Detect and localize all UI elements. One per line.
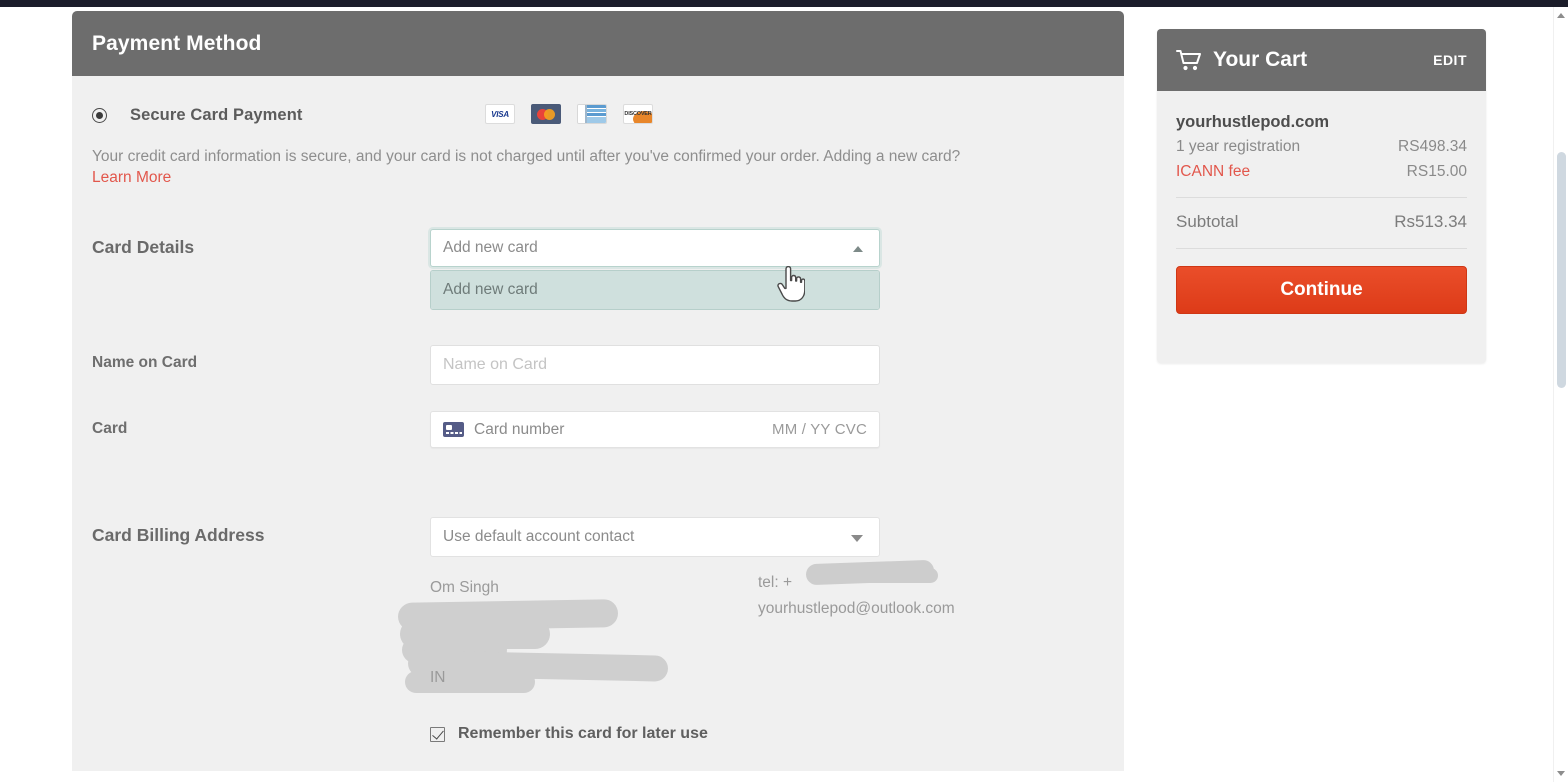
cart-body: yourhustlepod.com 1 year registration RS… [1157,91,1486,314]
chevron-down-icon[interactable] [851,535,863,542]
redacted-phone-number-2 [858,568,938,583]
discover-card-text: DISCOVER [624,111,652,117]
name-on-card-input[interactable]: Name on Card [430,345,880,385]
card-billing-address-row: Card Billing Address Use default account… [92,517,1104,737]
card-details-label: Card Details [92,237,195,257]
chevron-up-icon[interactable] [853,246,863,252]
billing-country: IN [430,669,446,686]
card-number-placeholder: Card number [474,420,565,438]
remember-card-row: Remember this card for later use [92,725,1104,765]
billing-address-right-column: tel: + yourhustlepod@outlook.com [758,559,1058,622]
card-expiry-cvc-placeholder: MM / YY CVC [772,421,867,438]
cart-icann-fee-label[interactable]: ICANN fee [1176,163,1250,181]
radio-selected-icon[interactable] [92,107,107,123]
name-on-card-row: Name on Card Name on Card [92,317,1104,391]
card-details-select[interactable]: Add new card [430,229,880,267]
dropdown-option-add-new-card[interactable]: Add new card [431,271,879,309]
shopping-cart-icon [1176,50,1201,71]
scrollbar-thumb[interactable] [1557,152,1566,388]
page-root: Payment Method Secure Card Payment VISA … [0,0,1568,782]
billing-contact-select-value: Use default account contact [443,528,635,545]
mouse-cursor-pointer [777,266,805,302]
cart-divider-bottom [1176,248,1467,249]
cart-divider-top [1176,197,1467,198]
visa-card-icon: VISA [485,104,515,124]
cart-subtotal-row: Subtotal Rs513.34 [1176,212,1467,232]
learn-more-link[interactable]: Learn More [92,169,1104,187]
page-scrollbar[interactable] [1553,7,1568,782]
billing-contact-select-wrapper: Use default account contact [430,517,880,557]
visa-card-text: VISA [491,109,509,119]
continue-button[interactable]: Continue [1176,266,1467,314]
cart-item-domain: yourhustlepod.com [1176,113,1330,131]
card-number-input[interactable]: Card number MM / YY CVC [430,411,880,448]
billing-address-left-column: Om Singh IN [397,575,760,693]
cart-subtotal-value: Rs513.34 [1394,212,1467,231]
cart-panel: Your Cart EDIT yourhustlepod.com 1 year … [1157,29,1486,363]
billing-contact-select[interactable]: Use default account contact [430,517,880,557]
payment-method-panel: Payment Method Secure Card Payment VISA … [72,11,1124,771]
remember-card-label: Remember this card for later use [458,725,708,742]
billing-email: yourhustlepod@outlook.com [758,600,955,617]
card-details-select-value: Add new card [443,239,538,256]
billing-contact-name: Om Singh [430,579,499,596]
cart-header: Your Cart EDIT [1157,29,1486,91]
accepted-card-brands: VISA DISCOVER [485,104,653,124]
card-details-select-wrapper: Add new card Add new card [430,229,880,310]
cart-header-left: Your Cart [1176,48,1307,72]
cart-icann-fee-value: RS15.00 [1406,163,1467,180]
cart-item-description: 1 year registration [1176,138,1301,155]
name-on-card-label: Name on Card [92,354,198,371]
credit-card-icon [443,422,464,437]
checkbox-checked-icon[interactable] [430,726,445,742]
secure-card-payment-label: Secure Card Payment [130,105,303,124]
card-billing-address-label: Card Billing Address [92,525,265,545]
cart-icann-fee-row: ICANN fee RS15.00 [1176,163,1467,181]
discover-card-icon: DISCOVER [623,104,653,124]
redacted-address-line-5 [405,671,535,693]
payment-panel-body: Secure Card Payment VISA DISCOVER Your c… [72,76,1124,765]
cart-subtotal-label: Subtotal [1176,212,1239,231]
card-details-dropdown-menu: Add new card [430,270,880,310]
remember-card-checkbox-group[interactable]: Remember this card for later use [430,725,708,743]
amex-card-icon [577,104,607,124]
scroll-down-arrow-icon[interactable] [1557,771,1565,776]
card-label: Card [92,420,128,437]
secure-payment-note: Your credit card information is secure, … [92,148,961,165]
cart-edit-link[interactable]: EDIT [1433,52,1467,68]
scroll-up-arrow-icon[interactable] [1557,13,1565,18]
cart-item-price: RS498.34 [1398,138,1467,155]
mastercard-card-icon [531,104,561,124]
card-number-row: Card Card number MM / YY CVC [92,391,1104,467]
browser-top-bar [0,0,1568,7]
payment-panel-header: Payment Method [72,11,1124,76]
page-title: Payment Method [92,31,262,55]
cart-item-registration-row: 1 year registration RS498.34 [1176,138,1467,156]
cart-title: Your Cart [1213,48,1308,71]
name-on-card-placeholder: Name on Card [443,356,548,373]
